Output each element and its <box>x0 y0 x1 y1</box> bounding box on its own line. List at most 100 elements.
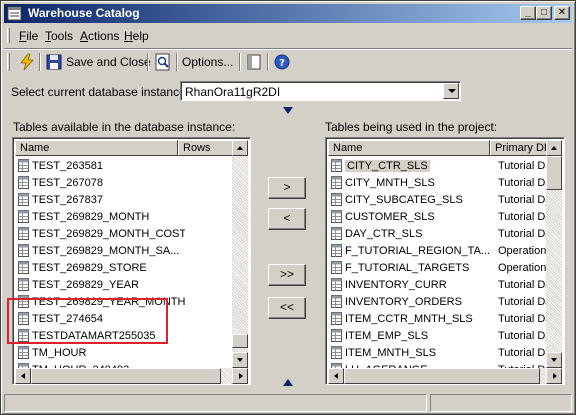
update-structure-button[interactable] <box>18 52 36 72</box>
scroll-right-button[interactable] <box>546 368 562 384</box>
highlight-annotation <box>7 298 168 344</box>
toolbar-separator <box>267 53 269 71</box>
table-name: CUSTOMER_SLS <box>345 210 435 223</box>
table-icon <box>18 176 29 189</box>
available-tables-list[interactable]: Name Rows TEST_263581 TEST_267078 TEST_267… <box>12 137 251 385</box>
table-name: ITEM_CCTR_MNTH_SLS <box>345 312 473 325</box>
primary-db: Tutorial Da <box>498 295 552 308</box>
table-row[interactable]: ITEM_MNTH_SLS Tutorial Da <box>328 344 552 361</box>
table-icon <box>331 176 342 189</box>
chevron-down-icon[interactable] <box>443 83 459 99</box>
table-row[interactable]: TEST_263581 <box>15 157 185 174</box>
toolbar-separator <box>239 53 241 71</box>
table-row[interactable]: DAY_CTR_SLS Tutorial Da <box>328 225 552 242</box>
primary-db: Tutorial Da <box>498 312 552 325</box>
table-icon <box>331 261 342 274</box>
table-row[interactable]: CITY_SUBCATEG_SLS Tutorial Da <box>328 191 552 208</box>
column-header-name[interactable]: Name <box>328 140 490 156</box>
table-row[interactable]: CITY_MNTH_SLS Tutorial Da <box>328 174 552 191</box>
lightning-icon <box>20 53 34 71</box>
scroll-up-button[interactable] <box>232 140 248 156</box>
table-icon <box>18 210 29 223</box>
table-row[interactable]: TEST_269829_MONTH <box>15 208 185 225</box>
table-name: TM_HOUR <box>32 346 87 359</box>
table-row[interactable]: CITY_CTR_SLS Tutorial Da <box>328 157 552 174</box>
help-button[interactable]: ? <box>273 52 291 72</box>
menu-grip[interactable] <box>7 28 10 43</box>
window-title: Warehouse Catalog <box>28 6 140 20</box>
column-header-name[interactable]: Name <box>15 140 178 156</box>
table-row[interactable]: F_TUTORIAL_TARGETS Operationa <box>328 259 552 276</box>
remove-table-button[interactable]: < <box>268 208 306 230</box>
table-row[interactable]: TEST_269829_MONTH_SA... <box>15 242 185 259</box>
table-name: CITY_SUBCATEG_SLS <box>345 193 463 206</box>
table-name: CITY_CTR_SLS <box>345 159 430 172</box>
preview-button[interactable] <box>154 52 172 72</box>
used-horizontal-scrollbar[interactable] <box>328 368 562 384</box>
db-instance-select[interactable]: RhanOra11gR2DI <box>180 81 461 101</box>
scroll-thumb[interactable] <box>232 334 248 348</box>
maximize-button[interactable]: □ <box>536 6 552 20</box>
table-row[interactable]: TEST_267837 <box>15 191 185 208</box>
table-row[interactable]: F_TUTORIAL_REGION_TA... Operationa <box>328 242 552 259</box>
table-row[interactable]: TEST_269829_YEAR <box>15 276 185 293</box>
toolbar-separator <box>147 53 149 71</box>
save-and-close-button[interactable]: Save and Close <box>45 52 151 72</box>
minimize-button[interactable]: _ <box>520 6 536 20</box>
table-name: TEST_269829_STORE <box>32 261 147 274</box>
scroll-down-button[interactable] <box>232 352 248 368</box>
status-pane-main <box>4 394 427 412</box>
options-button[interactable]: Options... <box>182 52 233 72</box>
table-row[interactable]: CUSTOMER_SLS Tutorial Da <box>328 208 552 225</box>
panel-icon <box>247 54 261 70</box>
menu-help[interactable]: Help <box>124 29 149 43</box>
table-row[interactable]: ITEM_CCTR_MNTH_SLS Tutorial Da <box>328 310 552 327</box>
scroll-left-button[interactable] <box>328 368 344 384</box>
table-row[interactable]: INVENTORY_CURR Tutorial Da <box>328 276 552 293</box>
title-bar[interactable]: Warehouse Catalog _ □ ✕ <box>4 4 572 23</box>
primary-db: Tutorial Da <box>498 210 552 223</box>
scroll-down-button[interactable] <box>546 352 562 368</box>
available-horizontal-scrollbar[interactable] <box>15 368 248 384</box>
add-all-tables-button[interactable]: >> <box>268 264 306 286</box>
table-icon <box>331 244 342 257</box>
table-name: TEST_269829_MONTH_COST <box>32 227 185 240</box>
menu-file[interactable]: File <box>19 29 38 43</box>
warehouse-catalog-app-icon <box>7 6 22 21</box>
floppy-disk-icon <box>46 54 62 70</box>
toolbar-separator <box>39 53 41 71</box>
table-row[interactable]: TM_HOUR <box>15 344 185 361</box>
used-vertical-scrollbar[interactable] <box>546 140 562 368</box>
scroll-thumb[interactable] <box>546 156 562 190</box>
scroll-thumb[interactable] <box>31 368 221 384</box>
used-tables-list[interactable]: Name Primary DB CITY_CTR_SLS Tutorial Da C… <box>325 137 565 385</box>
table-row[interactable]: TEST_269829_MONTH_COST <box>15 225 185 242</box>
column-header-rows[interactable]: Rows <box>178 140 233 156</box>
remove-all-tables-button[interactable]: << <box>268 297 306 319</box>
toolbar-grip[interactable] <box>7 53 10 71</box>
db-instance-label: Select current database instance <box>11 85 186 99</box>
table-name: TEST_269829_MONTH_SA... <box>32 244 180 257</box>
table-row[interactable]: TEST_267078 <box>15 174 185 191</box>
close-button[interactable]: ✕ <box>554 6 570 20</box>
view-button[interactable] <box>245 52 263 72</box>
table-icon <box>18 244 29 257</box>
table-name: TEST_269829_YEAR <box>32 278 140 291</box>
scroll-left-button[interactable] <box>15 368 31 384</box>
menu-tools[interactable]: Tools <box>45 29 73 43</box>
scroll-thumb[interactable] <box>344 368 540 384</box>
table-row[interactable]: INVENTORY_ORDERS Tutorial Da <box>328 293 552 310</box>
available-vertical-scrollbar[interactable] <box>232 140 248 368</box>
table-icon <box>331 329 342 342</box>
table-icon <box>18 261 29 274</box>
scroll-right-button[interactable] <box>232 368 248 384</box>
scroll-up-button[interactable] <box>546 140 562 156</box>
add-table-button[interactable]: > <box>268 177 306 199</box>
available-table-rows: TEST_263581 TEST_267078 TEST_267837 TEST_26… <box>15 157 185 378</box>
column-header-primary-db[interactable]: Primary DB <box>490 140 548 156</box>
table-name: CITY_MNTH_SLS <box>345 176 435 189</box>
table-row[interactable]: ITEM_EMP_SLS Tutorial Da <box>328 327 552 344</box>
primary-db: Tutorial Da <box>498 329 552 342</box>
menu-actions[interactable]: Actions <box>80 29 119 43</box>
table-row[interactable]: TEST_269829_STORE <box>15 259 185 276</box>
